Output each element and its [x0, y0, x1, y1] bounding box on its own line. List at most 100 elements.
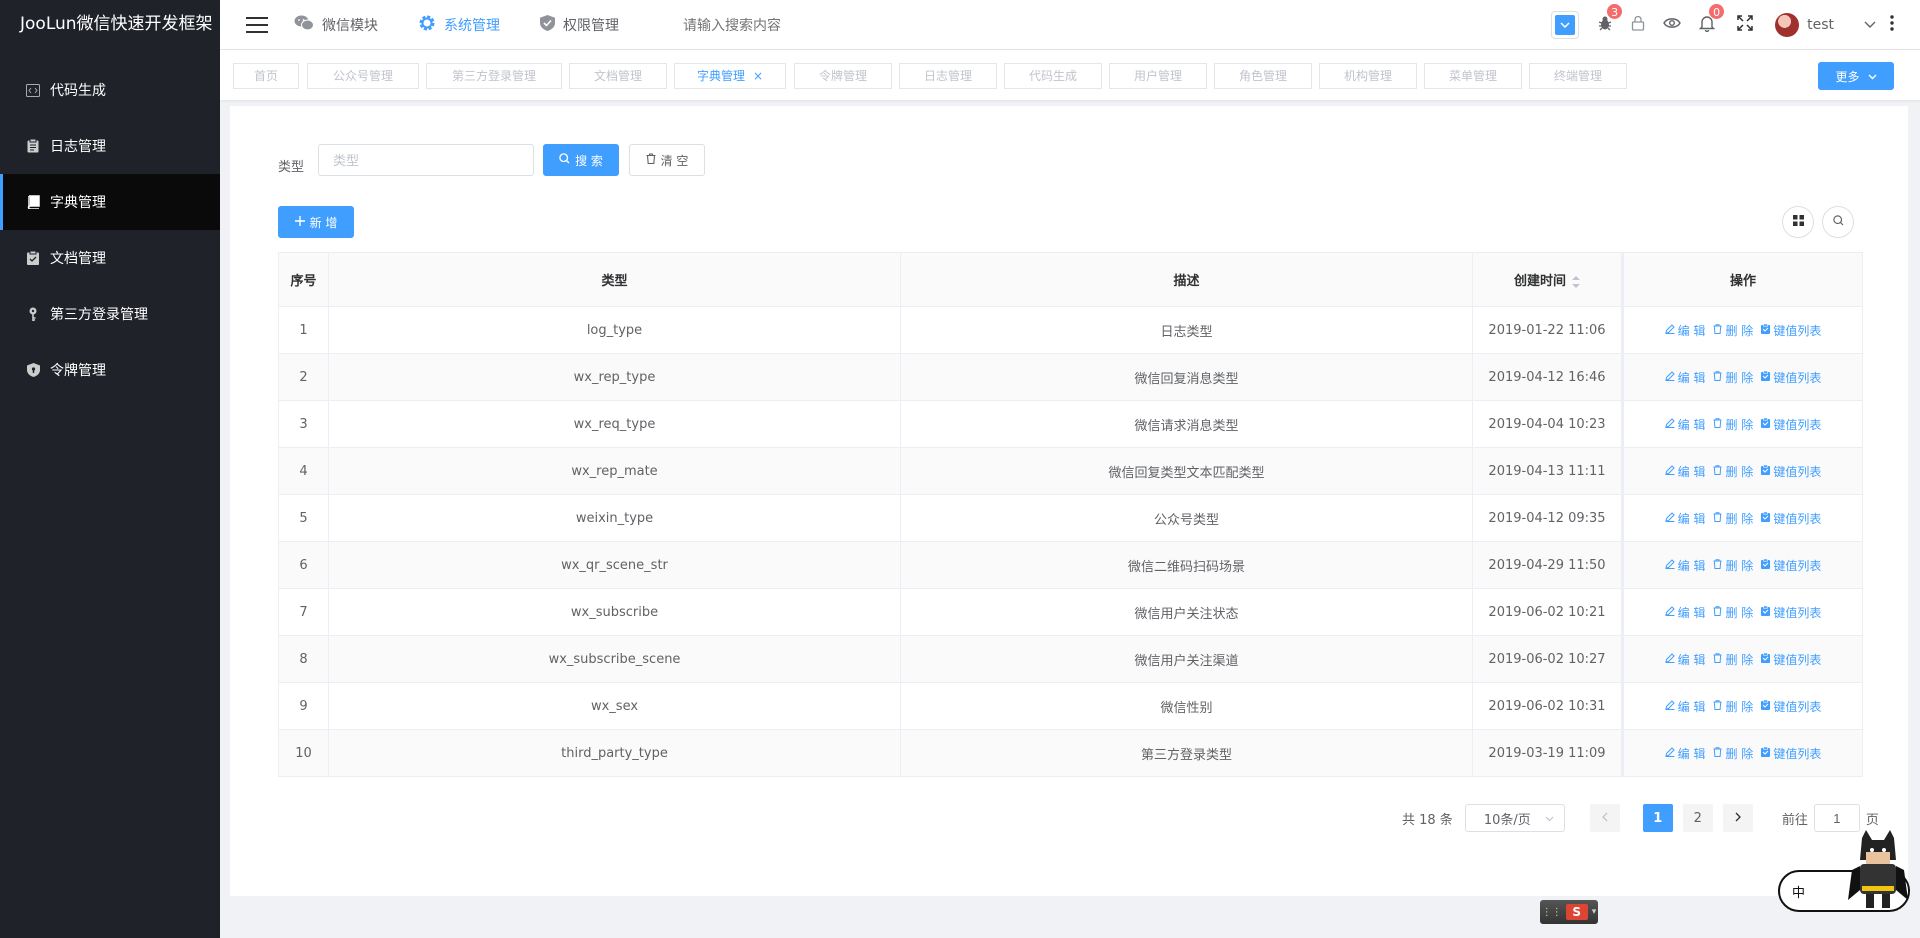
- clear-button[interactable]: 清 空: [629, 144, 705, 176]
- cell-actions: 编 辑 删 除 键值列表: [1621, 353, 1863, 401]
- goto-prefix: 前往: [1781, 812, 1808, 828]
- tab-dict[interactable]: 字典管理 ×: [674, 63, 786, 89]
- edit-button[interactable]: 编 辑: [1665, 604, 1705, 621]
- edit-button[interactable]: 编 辑: [1665, 698, 1705, 715]
- tab-log[interactable]: 日志管理: [899, 63, 997, 89]
- kv-list-button[interactable]: 键值列表: [1761, 557, 1821, 574]
- tab-home[interactable]: 首页: [233, 63, 299, 89]
- delete-label: 删 除: [1725, 746, 1754, 761]
- kv-list-button[interactable]: 键值列表: [1761, 745, 1821, 762]
- lock-button[interactable]: [1631, 15, 1645, 35]
- more-tabs-button[interactable]: 更多: [1818, 62, 1894, 90]
- user-menu[interactable]: test: [1775, 13, 1834, 37]
- edit-button[interactable]: 编 辑: [1665, 322, 1705, 339]
- edit-label: 编 辑: [1677, 746, 1706, 761]
- page-2-button[interactable]: 2: [1682, 804, 1713, 832]
- add-button[interactable]: 新 增: [278, 206, 354, 238]
- ime-mascot-widget[interactable]: 中: [1778, 830, 1914, 916]
- top-nav-wechat[interactable]: 微信模块: [294, 15, 378, 35]
- more-options-button[interactable]: [1890, 15, 1894, 35]
- edit-button[interactable]: 编 辑: [1665, 745, 1706, 762]
- delete-button[interactable]: 删 除: [1713, 604, 1753, 621]
- sidebar-item-docs[interactable]: 文档管理: [0, 230, 220, 286]
- kv-list-button[interactable]: 键值列表: [1761, 651, 1821, 668]
- edit-button[interactable]: 编 辑: [1665, 651, 1705, 668]
- kv-list-button[interactable]: 键值列表: [1761, 463, 1821, 480]
- user-dropdown-button[interactable]: [1864, 18, 1876, 33]
- cell-created: 2019-01-22 11:06: [1472, 306, 1623, 354]
- menu-toggle-icon[interactable]: [246, 16, 268, 33]
- cell-desc: 公众号类型: [900, 494, 1473, 542]
- tab-third-party-login[interactable]: 第三方登录管理: [426, 63, 562, 89]
- sidebar-item-third-party-login[interactable]: 第三方登录管理: [0, 286, 220, 342]
- page-size-select[interactable]: 10条/页: [1464, 804, 1565, 832]
- top-nav-system[interactable]: 系统管理: [418, 14, 500, 36]
- notification-button[interactable]: 0: [1698, 2, 1726, 36]
- tab-role[interactable]: 角色管理: [1214, 63, 1312, 89]
- col-header-created[interactable]: 创建时间: [1472, 252, 1623, 307]
- chevron-down-icon: ▾: [1591, 907, 1597, 917]
- delete-button[interactable]: 删 除: [1713, 463, 1753, 480]
- kv-list-button[interactable]: 键值列表: [1761, 698, 1821, 715]
- preview-button[interactable]: [1663, 17, 1681, 33]
- app-title: JooLun微信快速开发框架: [20, 14, 213, 34]
- delete-button[interactable]: 删 除: [1713, 557, 1753, 574]
- cell-index: 2: [278, 353, 329, 401]
- filter-type-input[interactable]: [318, 144, 534, 176]
- close-icon[interactable]: ×: [753, 69, 763, 83]
- tab-code-gen[interactable]: 代码生成: [1004, 63, 1102, 89]
- edit-button[interactable]: 编 辑: [1665, 557, 1705, 574]
- plus-icon: [294, 215, 310, 229]
- delete-button[interactable]: 删 除: [1713, 651, 1753, 668]
- clear-label: 清 空: [660, 153, 689, 168]
- page-1-button[interactable]: 1: [1642, 804, 1673, 832]
- tab-menu[interactable]: 菜单管理: [1424, 63, 1522, 89]
- delete-button[interactable]: 删 除: [1713, 698, 1753, 715]
- kv-list-button[interactable]: 键值列表: [1761, 322, 1821, 339]
- top-nav-permission[interactable]: 权限管理: [540, 14, 619, 35]
- cell-type: weixin_type: [328, 494, 901, 542]
- kv-list-button[interactable]: 键值列表: [1761, 510, 1821, 527]
- theme-color-picker[interactable]: [1551, 11, 1580, 39]
- delete-button[interactable]: 删 除: [1713, 369, 1753, 386]
- edit-button[interactable]: 编 辑: [1665, 416, 1705, 433]
- trash-icon: [1713, 746, 1725, 760]
- goto-page-input[interactable]: [1813, 804, 1860, 832]
- tab-docs[interactable]: 文档管理: [569, 63, 667, 89]
- search-button[interactable]: 搜 索: [543, 144, 619, 176]
- edit-button[interactable]: 编 辑: [1665, 463, 1705, 480]
- table-search-button[interactable]: [1822, 206, 1854, 238]
- tab-token[interactable]: 令牌管理: [794, 63, 892, 89]
- edit-button[interactable]: 编 辑: [1665, 510, 1705, 527]
- grid-view-button[interactable]: [1782, 206, 1814, 238]
- delete-button[interactable]: 删 除: [1713, 322, 1753, 339]
- kv-list-label: 键值列表: [1773, 511, 1822, 526]
- kv-list-button[interactable]: 键值列表: [1761, 416, 1821, 433]
- ime-toolbar[interactable]: ⋮⋮ S ▾: [1540, 900, 1598, 924]
- delete-button[interactable]: 删 除: [1713, 510, 1753, 527]
- tab-user[interactable]: 用户管理: [1109, 63, 1207, 89]
- tab-label: 字典管理: [696, 69, 745, 83]
- cell-type: wx_req_type: [328, 400, 901, 448]
- next-page-button[interactable]: [1722, 804, 1753, 832]
- sidebar-item-code-gen[interactable]: 代码生成: [0, 62, 220, 118]
- col-header-index: 序号: [278, 252, 329, 307]
- prev-page-button[interactable]: [1589, 804, 1620, 832]
- tab-org[interactable]: 机构管理: [1319, 63, 1417, 89]
- sidebar-item-dict[interactable]: 字典管理: [0, 174, 220, 230]
- kv-list-button[interactable]: 键值列表: [1761, 604, 1821, 621]
- tab-mp[interactable]: 公众号管理: [307, 63, 419, 89]
- sidebar-item-token[interactable]: 令牌管理: [0, 342, 220, 398]
- edit-icon: [1665, 699, 1678, 713]
- fullscreen-button[interactable]: [1737, 15, 1753, 35]
- tab-terminal[interactable]: 终端管理: [1529, 63, 1627, 89]
- header-search-input[interactable]: [683, 9, 863, 40]
- kv-list-button[interactable]: 键值列表: [1761, 369, 1821, 386]
- sort-caret-icon[interactable]: [1572, 275, 1580, 288]
- edit-button[interactable]: 编 辑: [1665, 369, 1705, 386]
- delete-button[interactable]: 删 除: [1713, 416, 1753, 433]
- cell-index: 7: [278, 588, 329, 636]
- bug-button[interactable]: 3: [1597, 3, 1624, 35]
- delete-button[interactable]: 删 除: [1713, 745, 1753, 762]
- sidebar-item-log[interactable]: 日志管理: [0, 118, 220, 174]
